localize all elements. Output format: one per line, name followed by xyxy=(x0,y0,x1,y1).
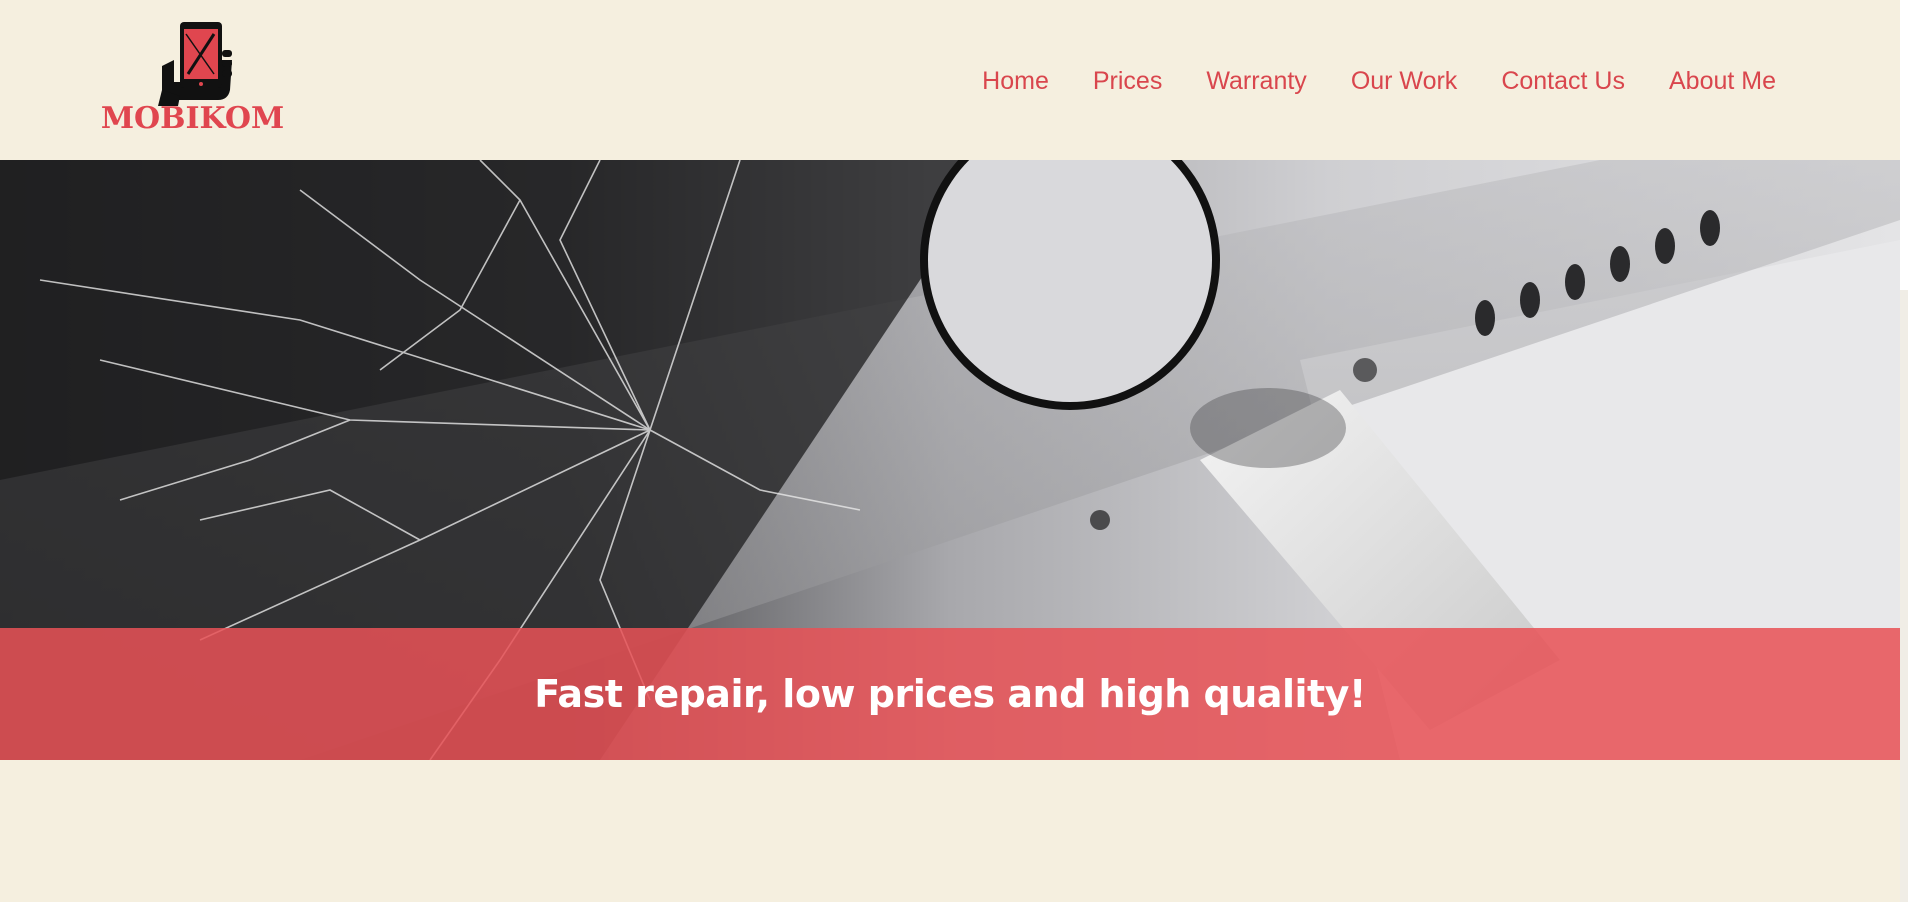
phone-in-hand-icon xyxy=(158,22,232,106)
nav-contact-us[interactable]: Contact Us xyxy=(1501,64,1625,98)
site-header: MOBIKOM Home Prices Warranty Our Work Co… xyxy=(0,0,1900,160)
brand-name: MOBIKOM xyxy=(100,101,285,136)
nav-home[interactable]: Home xyxy=(982,64,1049,98)
nav-warranty[interactable]: Warranty xyxy=(1206,64,1306,98)
main-nav: Home Prices Warranty Our Work Contact Us… xyxy=(982,64,1776,98)
hero-tagline: Fast repair, low prices and high quality… xyxy=(534,672,1366,716)
hero-banner: Fast repair, low prices and high quality… xyxy=(0,628,1900,760)
hero-section: Fast repair, low prices and high quality… xyxy=(0,160,1900,760)
nav-our-work[interactable]: Our Work xyxy=(1351,64,1458,98)
nav-about-me[interactable]: About Me xyxy=(1669,64,1776,98)
nav-prices[interactable]: Prices xyxy=(1093,64,1162,98)
scrollbar-thumb[interactable] xyxy=(1900,0,1908,290)
page: MOBIKOM Home Prices Warranty Our Work Co… xyxy=(0,0,1908,902)
scrollbar[interactable] xyxy=(1900,0,1908,902)
logo[interactable]: MOBIKOM xyxy=(100,20,285,138)
